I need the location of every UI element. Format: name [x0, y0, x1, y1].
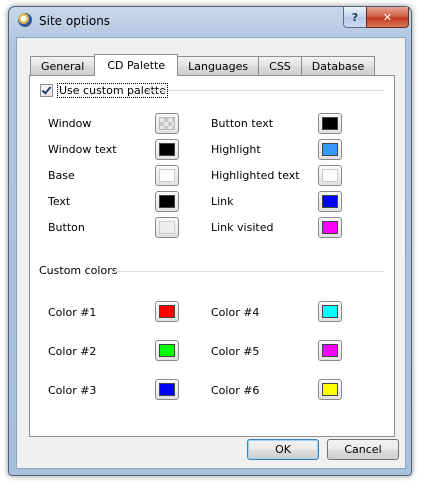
swatch-fill — [322, 221, 338, 234]
help-button[interactable]: ? — [343, 7, 367, 28]
swatch-fill — [159, 143, 175, 156]
custom-color-label-3: Color #3 — [48, 384, 97, 397]
custom-colors-heading: Custom colors — [39, 264, 118, 277]
custom-color-3-swatch[interactable] — [155, 379, 179, 400]
swatch-fill — [322, 305, 338, 318]
highlight-color-swatch[interactable] — [318, 139, 342, 160]
cancel-button[interactable]: Cancel — [327, 439, 399, 460]
custom-color-2-swatch[interactable] — [155, 340, 179, 361]
swatch-fill — [322, 143, 338, 156]
button-color-swatch[interactable] — [155, 217, 179, 238]
palette-label-link-visited: Link visited — [211, 221, 274, 234]
swatch-fill — [159, 117, 175, 130]
custom-color-label-4: Color #4 — [211, 306, 260, 319]
tab-css[interactable]: CSS — [258, 56, 302, 75]
base-color-swatch[interactable] — [155, 165, 179, 186]
ok-button[interactable]: OK — [247, 439, 319, 460]
swatch-fill — [159, 383, 175, 396]
group-divider — [148, 90, 384, 91]
custom-color-label-1: Color #1 — [48, 306, 97, 319]
palette-label-highlighted-text: Highlighted text — [211, 169, 300, 182]
window-text-color-swatch[interactable] — [155, 139, 179, 160]
swatch-fill — [159, 169, 175, 182]
tab-languages[interactable]: Languages — [177, 56, 260, 75]
swatch-fill — [159, 344, 175, 357]
text-color-swatch[interactable] — [155, 191, 179, 212]
swatch-fill — [322, 169, 338, 182]
custom-color-4-swatch[interactable] — [318, 301, 342, 322]
cd-palette-panel: Use custom palette Window Window text Ba… — [29, 75, 395, 437]
title-bar[interactable]: Site options ? ✕ — [9, 7, 411, 35]
custom-color-label-5: Color #5 — [211, 345, 260, 358]
swatch-fill — [322, 117, 338, 130]
swatch-fill — [322, 344, 338, 357]
tab-bar: General CD Palette Languages CSS Databas… — [30, 54, 376, 76]
tab-general[interactable]: General — [30, 56, 96, 75]
palette-label-window-text: Window text — [48, 143, 117, 156]
palette-label-button: Button — [48, 221, 85, 234]
palette-label-window: Window — [48, 117, 92, 130]
swatch-fill — [322, 195, 338, 208]
swatch-fill — [159, 221, 175, 234]
palette-label-button-text: Button text — [211, 117, 274, 130]
custom-color-label-6: Color #6 — [211, 384, 260, 397]
window-title: Site options — [39, 14, 111, 28]
highlighted-text-color-swatch[interactable] — [318, 165, 342, 186]
tab-cd-palette[interactable]: CD Palette — [94, 54, 179, 76]
checkbox-box[interactable] — [40, 84, 53, 97]
close-button[interactable]: ✕ — [366, 7, 409, 28]
swatch-fill — [159, 195, 175, 208]
site-options-dialog: Site options ? ✕ General CD Palette Lang… — [8, 6, 412, 476]
palette-label-text: Text — [48, 195, 71, 208]
custom-color-label-2: Color #2 — [48, 345, 97, 358]
link-color-swatch[interactable] — [318, 191, 342, 212]
custom-color-5-swatch[interactable] — [318, 340, 342, 361]
group-divider — [114, 271, 384, 272]
custom-color-6-swatch[interactable] — [318, 379, 342, 400]
swatch-fill — [159, 305, 175, 318]
window-color-swatch[interactable] — [155, 113, 179, 134]
tab-database[interactable]: Database — [300, 56, 376, 75]
link-visited-color-swatch[interactable] — [318, 217, 342, 238]
palette-label-base: Base — [48, 169, 75, 182]
palette-label-link: Link — [211, 195, 234, 208]
button-text-color-swatch[interactable] — [318, 113, 342, 134]
swatch-fill — [322, 383, 338, 396]
custom-color-1-swatch[interactable] — [155, 301, 179, 322]
app-icon — [18, 13, 32, 27]
dialog-body: General CD Palette Languages CSS Databas… — [16, 37, 406, 469]
palette-label-highlight: Highlight — [211, 143, 261, 156]
